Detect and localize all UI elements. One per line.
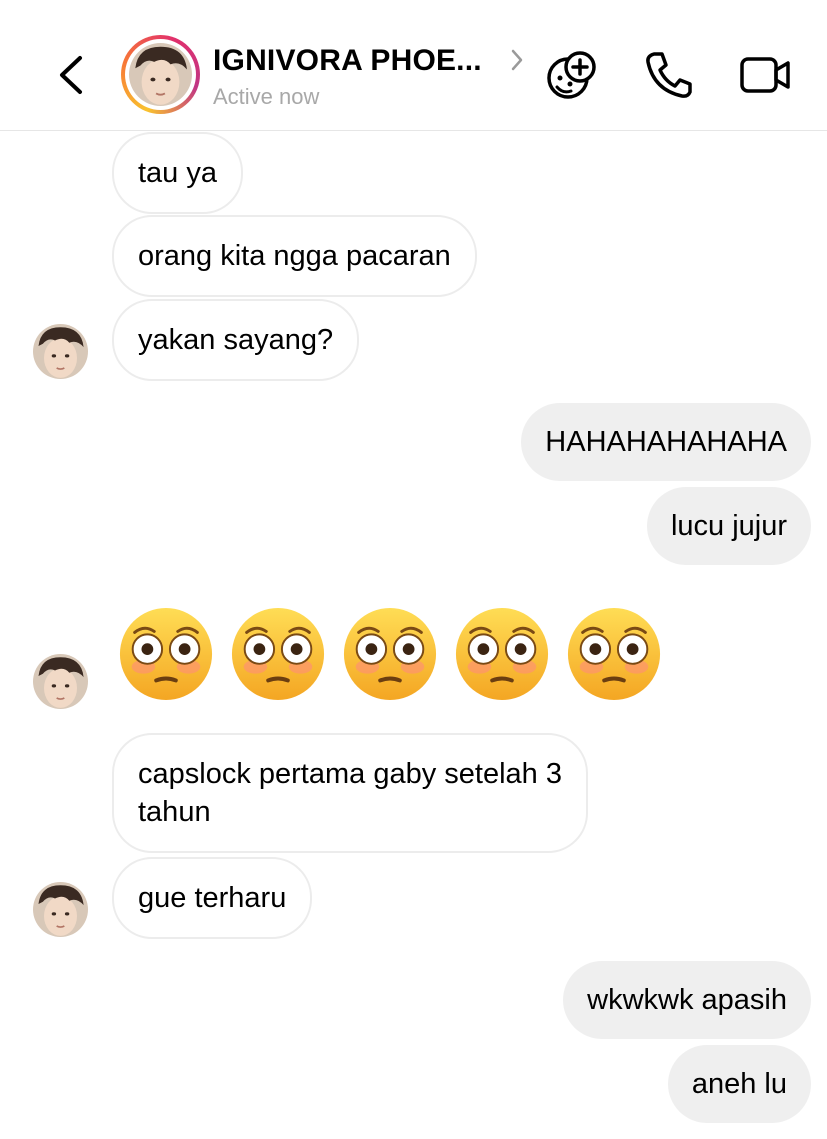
dm-chat-screen: IGNIVORA PHOE... Active now tau ya orang… — [0, 0, 827, 1139]
chevron-right-icon[interactable] — [508, 47, 526, 73]
message-bubble-incoming[interactable]: yakan sayang? — [112, 299, 360, 381]
message-bubble-outgoing[interactable]: HAHAHAHAHAHA — [521, 403, 811, 481]
flushed-face-emoji — [565, 605, 663, 703]
message-bubble-incoming[interactable]: tau ya — [112, 132, 243, 214]
message-bubble-incoming[interactable]: orang kita ngga pacaran — [112, 215, 477, 297]
effects-icon[interactable] — [546, 50, 598, 100]
flushed-face-emoji — [117, 605, 215, 703]
message-bubble-outgoing[interactable]: wkwkwk apasih — [563, 961, 811, 1039]
sender-avatar — [33, 324, 88, 379]
sender-avatar — [33, 882, 88, 937]
video-camera-icon[interactable] — [739, 55, 791, 95]
contact-avatar-photo — [129, 43, 192, 106]
phone-icon[interactable] — [644, 50, 692, 100]
chat-header: IGNIVORA PHOE... Active now — [0, 0, 827, 131]
message-list[interactable]: tau ya orang kita ngga pacaran yakan say… — [0, 131, 827, 1139]
emoji-message[interactable] — [117, 605, 663, 703]
flushed-face-emoji — [229, 605, 327, 703]
contact-name: IGNIVORA PHOE... — [213, 44, 482, 77]
message-line: capslock pertama gaby setelah 3 — [138, 758, 562, 790]
message-bubble-outgoing[interactable]: aneh lu — [667, 1045, 811, 1123]
message-line: tahun — [138, 796, 211, 828]
message-bubble-outgoing[interactable]: lucu jujur — [646, 487, 811, 565]
flushed-face-emoji — [453, 605, 551, 703]
back-arrow-icon[interactable] — [52, 50, 92, 100]
flushed-face-emoji — [341, 605, 439, 703]
sender-avatar — [33, 654, 88, 709]
message-bubble-incoming[interactable]: capslock pertama gaby setelah 3 tahun — [112, 733, 588, 853]
contact-avatar[interactable] — [121, 35, 200, 114]
message-bubble-incoming[interactable]: gue terharu — [112, 857, 313, 939]
active-status: Active now — [213, 84, 320, 109]
contact-title[interactable]: IGNIVORA PHOE... Active now — [213, 44, 482, 110]
